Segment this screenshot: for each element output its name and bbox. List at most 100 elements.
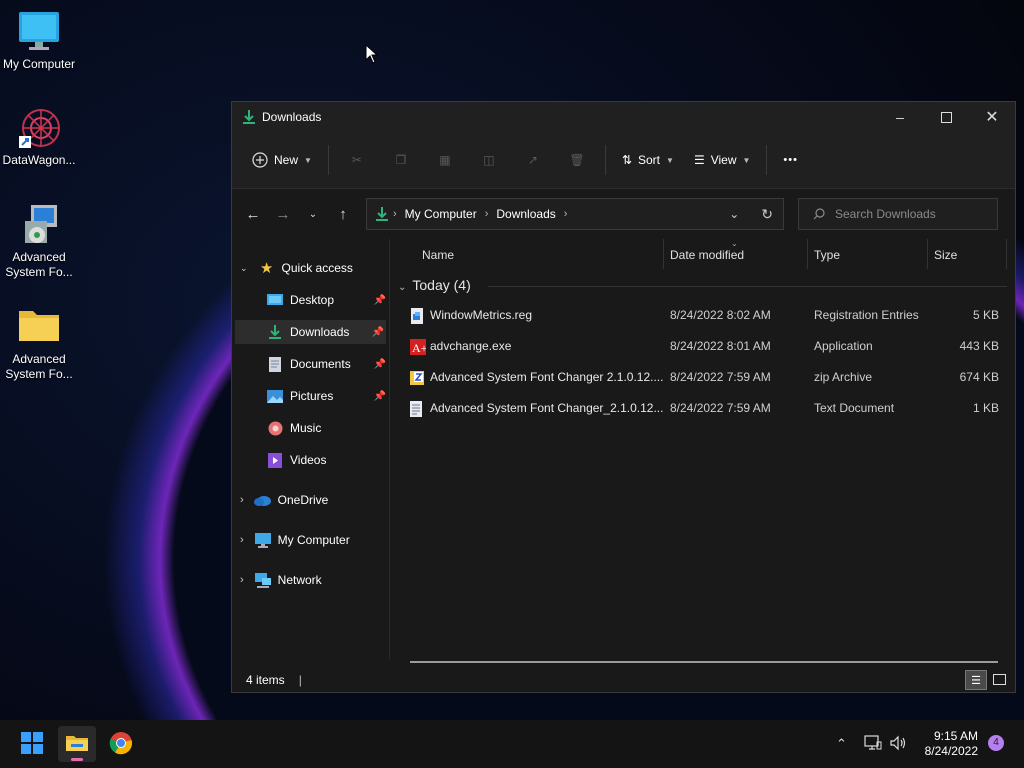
details-view-button[interactable]: ☰	[965, 670, 987, 690]
column-type[interactable]: Type	[814, 248, 840, 262]
music-icon	[266, 420, 284, 436]
up-button[interactable]: ↑	[328, 206, 358, 223]
windows-logo-icon	[21, 731, 43, 757]
sidebar-item-network[interactable]: › Network	[240, 568, 385, 592]
folder-icon	[65, 733, 89, 756]
chevron-right-icon: ›	[240, 534, 244, 546]
notification-badge[interactable]: 4	[988, 735, 1004, 751]
search-icon	[813, 208, 825, 220]
column-date-modified[interactable]: Date modified	[670, 248, 744, 262]
tiles-view-icon	[992, 673, 1006, 685]
column-size[interactable]: Size	[934, 248, 957, 262]
address-bar[interactable]: › My Computer › Downloads › ⌄ ↻	[366, 198, 784, 230]
sidebar-item-my-computer[interactable]: › My Computer	[240, 528, 385, 552]
sidebar-item-pictures[interactable]: Pictures 📌	[266, 384, 386, 408]
pictures-icon	[266, 388, 284, 404]
file-row[interactable]: Advanced System Font Changer 2.1.0.12...…	[390, 362, 1015, 392]
zip-archive-icon	[410, 370, 424, 386]
monitor-icon	[254, 532, 272, 548]
rename-button[interactable]: ◫	[467, 144, 511, 176]
sort-indicator-icon: ⌄	[731, 239, 738, 248]
star-icon: ★	[259, 260, 274, 277]
refresh-button[interactable]: ↻	[761, 206, 773, 223]
taskbar: ⌃ 9:15 AM 8/24/2022 4	[0, 720, 1024, 768]
volume-icon[interactable]	[889, 735, 907, 754]
network-status-icon[interactable]	[864, 734, 882, 754]
clock-date: 8/24/2022	[924, 744, 978, 758]
chevron-right-icon: ›	[240, 494, 244, 506]
desktop-icon-label: Advanced System Fo...	[5, 352, 73, 381]
file-row[interactable]: A+ advchange.exe 8/24/2022 8:01 AM Appli…	[390, 331, 1015, 361]
trash-icon: 🗑	[569, 153, 585, 167]
videos-icon	[266, 452, 284, 468]
sidebar-item-music[interactable]: Music	[266, 416, 386, 440]
cut-button[interactable]: ✂	[335, 144, 379, 176]
datawagon-shortcut-icon	[17, 106, 61, 150]
horizontal-scrollbar[interactable]	[410, 661, 998, 663]
monitor-icon	[17, 10, 61, 54]
view-button[interactable]: ☰ View ▼	[684, 144, 760, 176]
view-lines-icon: ☰	[693, 153, 705, 167]
desktop-icon-folder[interactable]: Advanced System Fo...	[0, 305, 78, 382]
column-name[interactable]: Name	[422, 248, 454, 262]
column-headers: Name Date modified ⌄ Type Size	[390, 239, 1015, 271]
svg-text:A+: A+	[412, 341, 426, 355]
more-options-button[interactable]: •••	[773, 144, 808, 176]
recent-locations-button[interactable]: ⌄	[298, 209, 328, 220]
arrow-right-icon: →	[275, 205, 291, 223]
sidebar-item-documents[interactable]: Documents 📌	[266, 352, 386, 376]
sidebar-item-quick-access[interactable]: ⌄ ★ Quick access	[240, 256, 385, 280]
sidebar-item-downloads[interactable]: Downloads 📌	[235, 320, 386, 344]
desktop-icon-my-computer[interactable]: My Computer	[0, 10, 78, 72]
chrome-icon	[109, 731, 133, 758]
taskbar-clock[interactable]: 9:15 AM 8/24/2022	[925, 729, 978, 759]
paste-button[interactable]: ▦	[423, 144, 467, 176]
downloads-icon	[242, 109, 256, 125]
details-view-icon: ☰	[971, 674, 981, 687]
desktop-icon-label: Advanced System Fo...	[5, 250, 73, 279]
file-row[interactable]: WindowMetrics.reg 8/24/2022 8:02 AM Regi…	[390, 300, 1015, 330]
taskbar-file-explorer[interactable]	[58, 726, 96, 762]
sidebar-item-onedrive[interactable]: › OneDrive	[240, 488, 385, 512]
breadcrumb-downloads[interactable]: Downloads	[496, 207, 555, 221]
new-button[interactable]: New ▼	[242, 144, 322, 176]
breadcrumb-separator-icon: ›	[563, 208, 568, 220]
forward-button[interactable]: →	[268, 206, 298, 223]
title-bar[interactable]: Downloads – ✕	[232, 102, 1015, 132]
search-placeholder: Search Downloads	[835, 207, 936, 221]
item-count: 4 items	[246, 673, 285, 687]
desktop-icon	[266, 292, 284, 308]
application-icon: A+	[410, 339, 428, 355]
start-button[interactable]	[13, 726, 51, 762]
sidebar-item-desktop[interactable]: Desktop 📌	[266, 288, 386, 312]
share-button[interactable]: ↗	[511, 144, 555, 176]
search-box[interactable]: Search Downloads	[798, 198, 998, 230]
minimize-button[interactable]: –	[877, 102, 923, 132]
breadcrumb-separator-icon: ›	[393, 208, 397, 220]
desktop-icon-installer[interactable]: Advanced System Fo...	[0, 203, 78, 280]
sort-button[interactable]: ⇅ Sort ▼	[612, 144, 684, 176]
back-button[interactable]: ←	[238, 206, 268, 223]
close-button[interactable]: ✕	[969, 102, 1015, 132]
downloads-icon	[266, 324, 284, 340]
downloads-icon	[375, 206, 389, 222]
delete-button[interactable]: 🗑	[555, 144, 599, 176]
scissors-icon: ✂	[351, 153, 362, 167]
group-header-today[interactable]: ⌄ Today (4)	[398, 277, 471, 293]
status-bar: 4 items | ☰	[232, 668, 1015, 692]
breadcrumb-my-computer[interactable]: My Computer	[405, 207, 477, 221]
sidebar-item-videos[interactable]: Videos	[266, 448, 386, 472]
desktop-icon-datawagon[interactable]: DataWagon...	[0, 106, 78, 168]
taskbar-chrome[interactable]	[102, 726, 140, 762]
show-hidden-icons-button[interactable]: ⌃	[836, 736, 847, 752]
address-dropdown-button[interactable]: ⌄	[729, 207, 739, 221]
copy-button[interactable]: ❐	[379, 144, 423, 176]
breadcrumb-separator-icon: ›	[484, 208, 489, 220]
file-list: Name Date modified ⌄ Type Size ⌄ Today (4…	[390, 239, 1015, 659]
desktop-icon-label: DataWagon...	[2, 153, 76, 167]
maximize-button[interactable]	[923, 102, 969, 132]
pin-icon: 📌	[371, 326, 384, 338]
chevron-down-icon: ⌄	[398, 282, 407, 293]
file-row[interactable]: Advanced System Font Changer_2.1.0.12...…	[390, 393, 1015, 423]
tiles-view-button[interactable]	[989, 670, 1009, 688]
